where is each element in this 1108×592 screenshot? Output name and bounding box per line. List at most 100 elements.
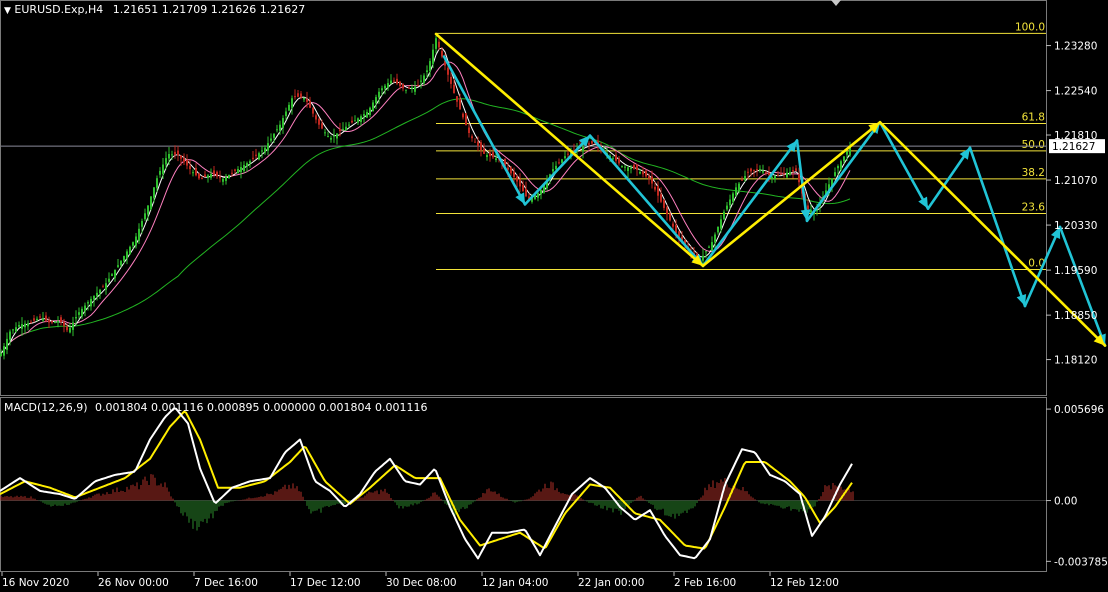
candle-body xyxy=(66,326,68,331)
candle-body xyxy=(30,321,32,323)
candle-body xyxy=(810,210,812,213)
price-tick-label: 1.18120 xyxy=(1054,355,1097,367)
macd-main-line xyxy=(0,407,853,560)
dropdown-triangle-icon[interactable]: ▼ xyxy=(4,6,11,16)
candle-body xyxy=(366,111,368,118)
candle-body xyxy=(222,178,224,182)
candle-body xyxy=(138,228,140,241)
candle-body xyxy=(357,118,359,123)
candle-body xyxy=(450,76,452,84)
candle-body xyxy=(252,157,254,159)
candle-body xyxy=(321,123,323,129)
candle-body xyxy=(300,93,302,98)
candle-body xyxy=(330,137,332,140)
candle-body xyxy=(174,151,176,155)
candle-body xyxy=(414,86,416,92)
candle-body xyxy=(297,93,299,97)
candle-body xyxy=(150,196,152,210)
price-axis[interactable]: 1.232801.225401.218101.210701.203301.195… xyxy=(1046,41,1097,367)
price-tick-label: 1.18850 xyxy=(1054,310,1097,322)
candle-body xyxy=(6,338,8,350)
candle-body xyxy=(225,176,227,181)
candle-body xyxy=(447,67,449,75)
candle-body xyxy=(624,166,626,168)
candle-body xyxy=(72,322,74,330)
candle-body xyxy=(243,165,245,172)
candle-body xyxy=(78,312,80,315)
macd-panel-frame xyxy=(0,397,1047,572)
candle-body xyxy=(0,353,2,356)
candle-body xyxy=(732,193,734,202)
candle-body xyxy=(3,346,5,356)
current-price-tag: 1.21627 xyxy=(1049,139,1105,154)
candle-body xyxy=(45,315,47,321)
candle-body xyxy=(723,211,725,220)
candle-body xyxy=(81,308,83,317)
time-axis[interactable]: 16 Nov 2020 26 Nov 00:00 7 Dec 16:00 17 Dec… xyxy=(1,572,839,589)
candle-body xyxy=(159,170,161,175)
candle-body xyxy=(258,153,260,160)
candle-body xyxy=(9,331,11,340)
candle-body xyxy=(156,178,158,188)
candle-body xyxy=(60,317,62,322)
candle-body xyxy=(408,87,410,89)
candle-body xyxy=(69,327,71,333)
candle-body xyxy=(201,178,203,180)
candle-body xyxy=(375,97,377,104)
fib-level-label: 50.0 xyxy=(1022,139,1045,151)
candle-body xyxy=(792,170,794,172)
candle-body xyxy=(114,269,116,278)
candle-body xyxy=(459,98,461,110)
cyan-wave-segment xyxy=(442,55,527,206)
candle-body xyxy=(240,167,242,173)
yellow-trend-arrows[interactable] xyxy=(434,32,1107,347)
ma-white-line xyxy=(0,47,851,354)
cyan-wave-segment xyxy=(968,146,1027,308)
candle-body xyxy=(105,283,107,290)
candle-body xyxy=(387,83,389,88)
candle-body xyxy=(57,321,59,323)
candle-body xyxy=(564,156,566,159)
scroll-marker-icon[interactable] xyxy=(831,0,841,6)
candle-body xyxy=(372,102,374,112)
candle-body xyxy=(285,111,287,116)
candle-body xyxy=(708,246,710,248)
candle-body xyxy=(621,166,623,168)
candle-body xyxy=(39,316,41,318)
candle-body xyxy=(807,205,809,210)
candle-body xyxy=(216,171,218,177)
candle-body xyxy=(177,150,179,156)
candle-body xyxy=(660,194,662,202)
candle-body xyxy=(399,81,401,87)
candle-body xyxy=(312,108,314,114)
cyan-wave-projection[interactable] xyxy=(442,55,1107,347)
candle-body xyxy=(381,88,383,91)
candle-body xyxy=(465,113,467,126)
candle-body xyxy=(642,171,644,175)
candle-body xyxy=(537,192,539,198)
time-tick-label: 2 Feb 16:00 xyxy=(674,577,736,589)
candle-body xyxy=(468,127,470,134)
candle-body xyxy=(456,96,458,102)
candle-body xyxy=(843,156,845,162)
candle-body xyxy=(48,319,50,323)
candle-body xyxy=(129,246,131,255)
candle-body xyxy=(756,169,758,171)
candle-body xyxy=(402,83,404,89)
candle-body xyxy=(717,226,719,233)
candle-body xyxy=(132,242,134,246)
price-tick-label: 1.19590 xyxy=(1054,265,1097,277)
ma-pink-line xyxy=(0,61,851,354)
candle-body xyxy=(669,213,671,221)
candle-body xyxy=(189,166,191,170)
candle-body xyxy=(714,234,716,243)
macd-axis[interactable]: 0.005696 0.00 -0.003785 xyxy=(1046,404,1108,568)
candle-body xyxy=(192,172,194,174)
candle-body xyxy=(645,170,647,177)
candle-body xyxy=(291,98,293,108)
fibonacci-retracement[interactable]: 100.061.850.038.223.60.0 xyxy=(435,21,1046,271)
moving-averages xyxy=(0,47,851,354)
candle-body xyxy=(33,318,35,321)
candle-body xyxy=(780,173,782,175)
candle-body xyxy=(207,175,209,178)
